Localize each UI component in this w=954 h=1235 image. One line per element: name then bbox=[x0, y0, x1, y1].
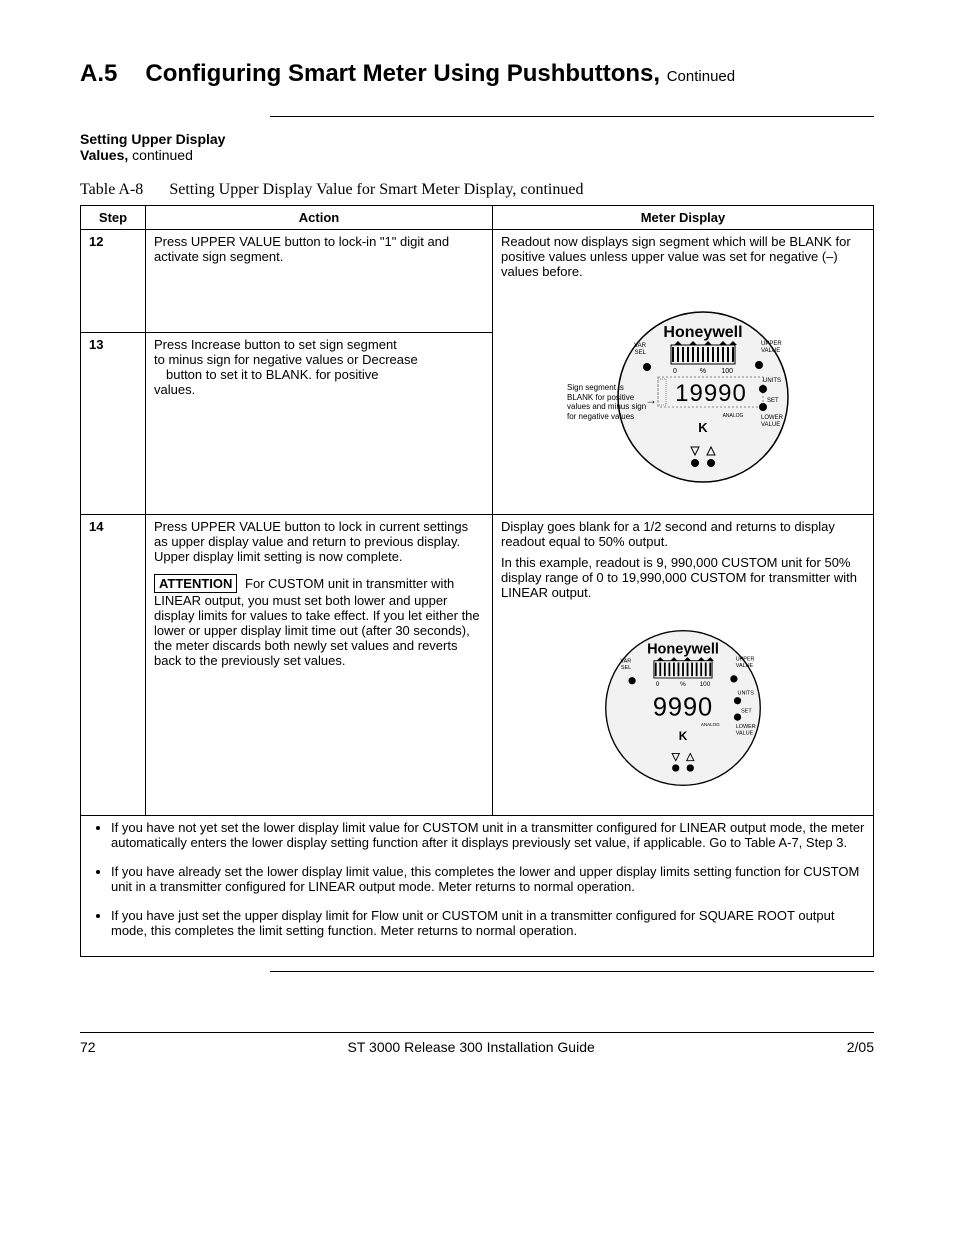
meter-text: In this example, readout is 9, 990,000 C… bbox=[501, 555, 865, 600]
svg-text:ANALOG: ANALOG bbox=[701, 722, 720, 727]
svg-text:SET: SET bbox=[741, 709, 752, 715]
table-caption: Table A-8 Setting Upper Display Value for… bbox=[80, 181, 874, 199]
svg-text:LOWERVALUE: LOWERVALUE bbox=[736, 724, 756, 736]
rule-bottom bbox=[270, 971, 874, 972]
title-continued: Continued bbox=[667, 68, 735, 85]
svg-text:19990: 19990 bbox=[675, 380, 747, 407]
svg-text:100: 100 bbox=[721, 368, 733, 375]
svg-text:VARSEL: VARSEL bbox=[620, 659, 631, 671]
svg-text:SET: SET bbox=[767, 398, 779, 404]
procedure-table: Step Action Meter Display 12 Press UPPER… bbox=[80, 205, 874, 957]
svg-text:0: 0 bbox=[656, 681, 660, 688]
subheading-line2: Values, continued bbox=[80, 147, 193, 163]
page-number: 72 bbox=[80, 1039, 96, 1055]
table-number: Table A-8 bbox=[80, 181, 143, 198]
footer-date: 2/05 bbox=[847, 1039, 874, 1055]
svg-text:0: 0 bbox=[673, 368, 677, 375]
page-footer: 72 ST 3000 Release 300 Installation Guid… bbox=[80, 1032, 874, 1055]
svg-text:ANALOG: ANALOG bbox=[723, 413, 744, 419]
rule-top bbox=[270, 116, 874, 117]
header-step: Step bbox=[81, 206, 146, 230]
notes-cell: If you have not yet set the lower displa… bbox=[81, 816, 874, 957]
step-number: 12 bbox=[81, 230, 146, 333]
subheading-line1: Setting Upper Display bbox=[80, 131, 874, 147]
footer-title: ST 3000 Release 300 Installation Guide bbox=[348, 1039, 595, 1055]
svg-text:%: % bbox=[700, 368, 706, 375]
note-item: If you have just set the upper display l… bbox=[111, 908, 865, 938]
note-item: If you have already set the lower displa… bbox=[111, 864, 865, 894]
note-item: If you have not yet set the lower displa… bbox=[111, 820, 865, 850]
meter-text: Readout now displays sign segment which … bbox=[501, 234, 865, 279]
action-cell: Press UPPER VALUE button to lock-in "1" … bbox=[146, 230, 493, 333]
header-meter: Meter Display bbox=[493, 206, 874, 230]
svg-text:UNITS: UNITS bbox=[763, 378, 781, 384]
svg-text:K: K bbox=[698, 420, 708, 435]
step-number: 14 bbox=[81, 515, 146, 816]
meter-diagram: Honeywell bbox=[583, 608, 783, 808]
table-row: 14 Press UPPER VALUE button to lock in c… bbox=[81, 515, 874, 816]
svg-text:UPPERVALUE: UPPERVALUE bbox=[761, 341, 782, 354]
attention-label: ATTENTION bbox=[154, 574, 237, 593]
page-title: A.5 Configuring Smart Meter Using Pushbut… bbox=[80, 60, 874, 88]
svg-text:UPPERVALUE: UPPERVALUE bbox=[736, 657, 755, 669]
meter-text: Display goes blank for a 1/2 second and … bbox=[501, 519, 865, 549]
action-cell: Press Increase button to set sign segmen… bbox=[146, 332, 493, 514]
meter-diagram: Sign segment is BLANK for positive value… bbox=[573, 287, 793, 507]
arrow-icon: → bbox=[645, 393, 657, 407]
svg-text:VARSEL: VARSEL bbox=[634, 343, 647, 356]
svg-text:9990: 9990 bbox=[653, 693, 713, 721]
svg-text:UNITS: UNITS bbox=[738, 690, 755, 696]
svg-text:Honeywell: Honeywell bbox=[647, 641, 719, 657]
action-cell: Press UPPER VALUE button to lock in curr… bbox=[146, 515, 493, 816]
side-note: Sign segment is BLANK for positive value… bbox=[567, 383, 649, 421]
subheading: Setting Upper Display Values, continued bbox=[80, 131, 874, 163]
step-number: 13 bbox=[81, 332, 146, 514]
svg-text:Honeywell: Honeywell bbox=[663, 324, 742, 341]
svg-text:100: 100 bbox=[700, 681, 711, 688]
svg-text:K: K bbox=[679, 729, 688, 743]
section-number: A.5 bbox=[80, 60, 117, 87]
table-row: If you have not yet set the lower displa… bbox=[81, 816, 874, 957]
table-row: 12 Press UPPER VALUE button to lock-in "… bbox=[81, 230, 874, 333]
meter-display-cell: Readout now displays sign segment which … bbox=[493, 230, 874, 515]
header-action: Action bbox=[146, 206, 493, 230]
svg-text:%: % bbox=[680, 681, 686, 688]
table-caption-text: Setting Upper Display Value for Smart Me… bbox=[169, 181, 583, 198]
title-text: Configuring Smart Meter Using Pushbutton… bbox=[145, 60, 660, 87]
meter-display-cell: Display goes blank for a 1/2 second and … bbox=[493, 515, 874, 816]
